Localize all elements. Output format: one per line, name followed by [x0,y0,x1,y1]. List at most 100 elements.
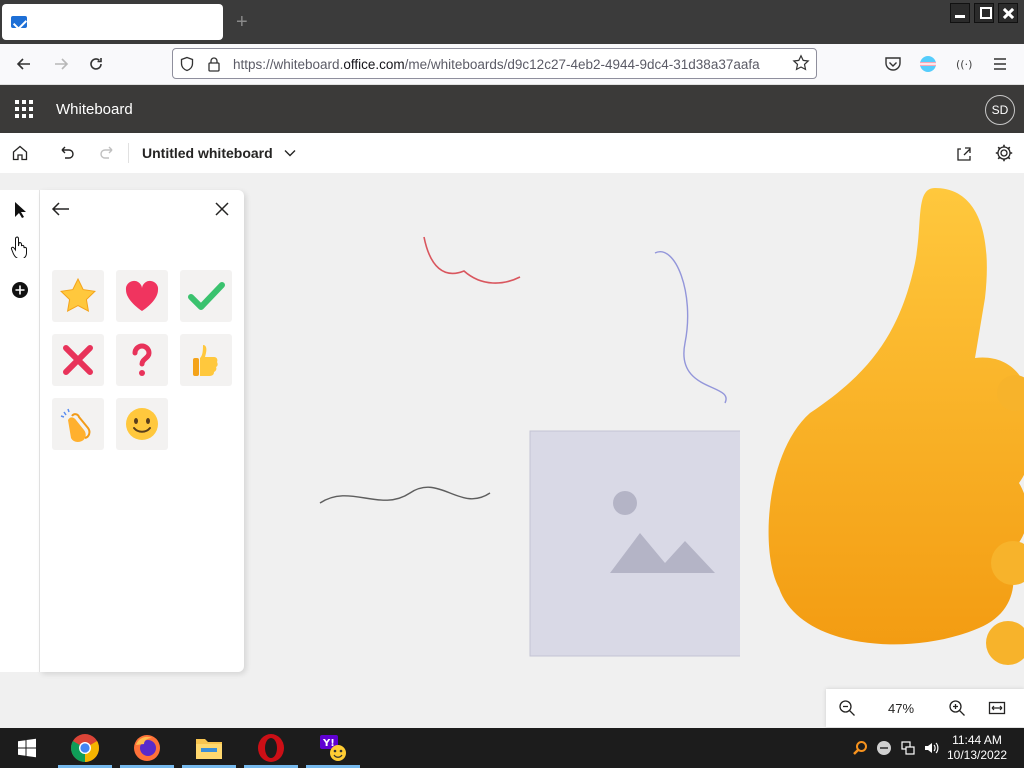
smiley-icon [126,408,158,440]
share-button[interactable] [954,143,974,163]
reactions-panel [40,190,244,672]
reaction-check[interactable] [180,270,232,322]
windows-taskbar: Y! 11:44 AM 10/13/2022 [0,728,1024,768]
browser-tab-strip: + [0,0,1024,44]
window-close-button[interactable] [998,3,1018,23]
clock-time: 11:44 AM [952,733,1002,747]
heart-icon [125,280,159,311]
home-button[interactable] [10,143,30,163]
reaction-grid [52,270,232,450]
checkmark-icon [188,282,225,310]
chrome-icon [71,734,99,762]
pointer-icon [15,202,26,218]
close-icon[interactable] [214,201,230,217]
zoom-in-icon[interactable] [948,699,966,717]
window-restore-button[interactable] [974,3,994,23]
system-clock[interactable]: 11:44 AM 10/13/2022 [944,733,1010,763]
lock-icon[interactable] [207,56,221,72]
url-path: /me/whiteboards/d9c12c27-4eb2-4944-9dc4-… [404,57,760,72]
search-icon[interactable] [852,740,868,756]
clapping-hands-icon [60,408,91,442]
ink-stroke [423,236,521,284]
url-scheme: https://whiteboard. [233,57,344,72]
image-icon-sun [613,491,637,515]
reaction-smile[interactable] [116,398,168,450]
whiteboard-favicon-icon [11,16,27,28]
zoom-control: 47% [826,689,1024,727]
address-bar[interactable]: https://whiteboard.office.com/me/whitebo… [172,48,817,79]
bookmark-star-icon[interactable] [792,54,810,72]
reaction-thumbs-up[interactable] [180,334,232,386]
extension-icon[interactable]: ((·)) [955,55,973,73]
reload-button[interactable] [84,52,108,76]
home-icon [12,145,28,161]
hamburger-menu-icon[interactable] [991,55,1009,73]
redo-button[interactable] [97,143,117,163]
forward-button[interactable] [49,52,73,76]
reaction-question[interactable] [116,334,168,386]
reaction-star[interactable] [52,270,104,322]
network-icon[interactable] [900,740,916,756]
reaction-cross[interactable] [52,334,104,386]
app-name[interactable]: Whiteboard [56,101,133,118]
taskbar-yahoo[interactable]: Y! [304,728,362,768]
new-tab-button[interactable]: + [236,12,248,32]
windows-logo-icon [18,738,36,758]
svg-text:((·)): ((·)) [956,58,973,71]
reaction-heart[interactable] [116,270,168,322]
select-tool-button[interactable] [8,198,32,222]
zoom-out-icon[interactable] [838,699,856,717]
reaction-clap[interactable] [52,398,104,450]
whiteboard-toolbar: Untitled whiteboard [0,133,1024,173]
arrow-left-icon [16,58,30,70]
vpn-icon[interactable] [876,740,892,756]
url-domain: office.com [343,57,405,72]
chevron-down-icon[interactable] [283,146,297,160]
taskbar-firefox[interactable] [118,728,176,768]
app-launcher-waffle-icon[interactable] [15,100,33,118]
back-button[interactable] [12,52,36,76]
taskbar-opera[interactable] [242,728,300,768]
yahoo-messenger-icon: Y! [320,735,346,761]
share-icon [957,147,971,161]
tool-rail [0,190,40,672]
hand-cursor-icon [10,236,27,258]
zoom-level: 47% [888,701,915,716]
taskbar-file-explorer[interactable] [180,728,238,768]
url-text[interactable]: https://whiteboard.office.com/me/whitebo… [233,57,785,72]
window-minimize-button[interactable] [950,3,970,23]
ink-stroke [654,251,727,404]
gear-icon [995,144,1013,162]
volume-icon[interactable] [923,740,939,756]
reload-icon [90,58,102,70]
tracking-shield-icon[interactable] [179,56,195,72]
redo-icon [100,146,113,159]
cross-icon [63,345,93,375]
browser-tab-whiteboard[interactable] [2,4,223,40]
inking-tool-button[interactable] [8,234,32,258]
extension-flag-icon[interactable] [919,55,937,73]
insert-button[interactable] [8,278,32,302]
pocket-icon[interactable] [884,55,902,73]
thumbs-up-sticker[interactable] [740,173,1024,683]
fit-to-screen-icon[interactable] [988,699,1006,717]
taskbar-chrome[interactable] [56,728,114,768]
star-icon [60,277,96,313]
ink-stroke [319,486,491,504]
arrow-left-icon[interactable] [51,199,71,219]
app-header: Whiteboard SD [0,85,1024,133]
toolbar-divider [128,143,129,163]
clock-date: 10/13/2022 [946,748,1008,762]
question-icon [132,343,152,376]
firefox-icon [134,735,160,761]
whiteboard-canvas[interactable]: 47% [0,173,1024,728]
start-button[interactable] [0,728,54,768]
undo-icon [61,146,74,159]
folder-icon [196,739,222,759]
user-avatar[interactable]: SD [985,95,1015,125]
board-title[interactable]: Untitled whiteboard [142,145,273,161]
arrow-right-icon [55,58,69,70]
undo-button[interactable] [57,143,77,163]
settings-button[interactable] [994,143,1014,163]
browser-navigation-bar: https://whiteboard.office.com/me/whitebo… [0,44,1024,85]
